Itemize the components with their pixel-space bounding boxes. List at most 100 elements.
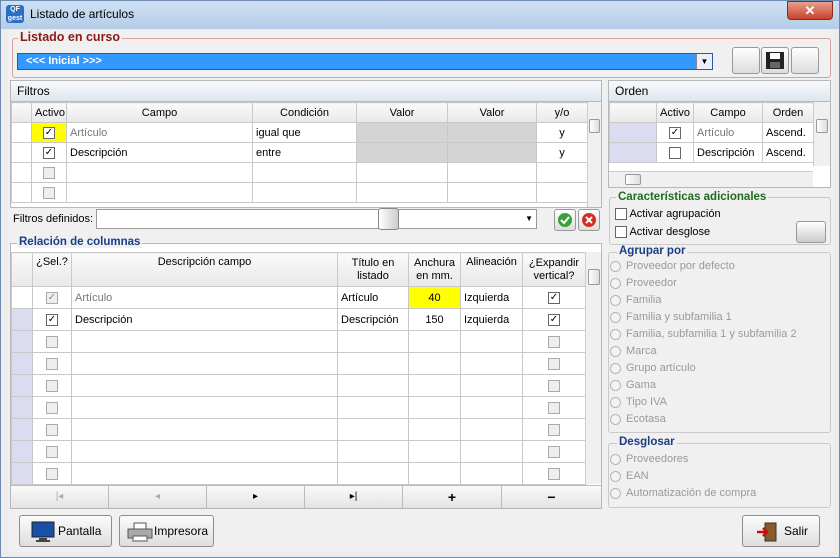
check-icon[interactable]: ✓	[548, 291, 560, 304]
scroll-thumb[interactable]	[589, 119, 600, 133]
table-row[interactable]	[11, 418, 586, 441]
checkbox[interactable]	[46, 357, 58, 370]
anchura-cell[interactable]: 150	[408, 308, 461, 331]
activo-cell[interactable]	[656, 142, 694, 163]
radio-button[interactable]	[610, 260, 621, 272]
add-record-button[interactable]: +	[403, 486, 502, 508]
scroll-thumb[interactable]	[816, 119, 828, 133]
check-icon[interactable]: ✓	[46, 313, 58, 326]
first-record-button[interactable]: |◂	[11, 486, 109, 508]
table-row[interactable]	[11, 440, 586, 463]
valor2-cell[interactable]	[447, 142, 537, 163]
activo-cell[interactable]: ✓	[656, 122, 694, 143]
table-row[interactable]	[11, 462, 586, 485]
pantalla-button[interactable]: Pantalla	[19, 515, 112, 547]
anchura-cell[interactable]	[408, 440, 461, 463]
radio-button[interactable]	[610, 470, 621, 482]
radio-button[interactable]	[610, 345, 621, 357]
scroll-thumb[interactable]	[588, 269, 600, 285]
last-record-button[interactable]: ▸|	[305, 486, 403, 508]
alineacion-cell[interactable]	[460, 396, 523, 419]
expandir-cell[interactable]: ✓	[522, 286, 586, 309]
checkbox[interactable]	[548, 445, 560, 458]
delete-record-button[interactable]: −	[502, 486, 601, 508]
checkbox[interactable]	[615, 226, 627, 239]
radio-option[interactable]: EAN	[610, 470, 756, 487]
radio-option[interactable]: Marca	[610, 345, 797, 362]
valor-cell[interactable]	[356, 162, 448, 183]
apply-filter-button[interactable]	[554, 209, 576, 231]
sel-cell[interactable]	[32, 440, 72, 463]
check-icon[interactable]: ✓	[669, 126, 681, 139]
radio-option[interactable]: Ecotasa	[610, 413, 797, 430]
radio-option[interactable]: Gama	[610, 379, 797, 396]
titulo-cell[interactable]	[337, 418, 409, 441]
alineacion-cell[interactable]	[460, 418, 523, 441]
checkbox[interactable]	[46, 335, 58, 348]
anchura-cell[interactable]	[408, 462, 461, 485]
radio-button[interactable]	[610, 294, 621, 306]
yo-cell[interactable]: y	[536, 142, 588, 163]
checkbox[interactable]	[548, 423, 560, 436]
titulo-cell[interactable]	[337, 330, 409, 353]
caracteristicas-button[interactable]	[796, 221, 826, 243]
table-row[interactable]	[11, 330, 586, 353]
check-icon[interactable]: ✓	[548, 313, 560, 326]
prev-record-button[interactable]: ◂	[109, 486, 207, 508]
table-row[interactable]: ✓ Artículo igual que y	[11, 122, 588, 143]
checkbox[interactable]	[43, 186, 55, 199]
expandir-cell[interactable]	[522, 352, 586, 375]
anchura-cell[interactable]	[408, 352, 461, 375]
table-row[interactable]	[11, 374, 586, 397]
radio-option[interactable]: Grupo artículo	[610, 362, 797, 379]
radio-option[interactable]: Proveedor	[610, 277, 797, 294]
sel-cell[interactable]	[32, 374, 72, 397]
valor-cell[interactable]	[356, 182, 448, 203]
anchura-cell[interactable]	[408, 330, 461, 353]
checkbox[interactable]	[548, 357, 560, 370]
expandir-cell[interactable]	[522, 418, 586, 441]
radio-button[interactable]	[610, 379, 621, 391]
valor2-cell[interactable]	[447, 122, 537, 143]
filtros-scrollbar[interactable]	[587, 102, 601, 207]
titulo-cell[interactable]: Artículo	[337, 286, 409, 309]
checkbox[interactable]	[548, 379, 560, 392]
yo-cell[interactable]	[536, 182, 588, 203]
table-row[interactable]: ✓ Artículo Ascend.	[609, 122, 814, 143]
condicion-cell[interactable]: entre	[252, 142, 357, 163]
alineacion-cell[interactable]	[460, 462, 523, 485]
checkbox[interactable]	[548, 335, 560, 348]
expandir-cell[interactable]	[522, 330, 586, 353]
yo-cell[interactable]: y	[536, 122, 588, 143]
scroll-thumb[interactable]	[625, 174, 641, 185]
checkbox[interactable]	[46, 423, 58, 436]
condicion-cell[interactable]: igual que	[252, 122, 357, 143]
sel-cell[interactable]	[32, 462, 72, 485]
orden-vscrollbar[interactable]	[813, 102, 830, 166]
chevron-down-icon[interactable]: ▼	[525, 214, 533, 223]
table-row[interactable]	[11, 162, 588, 183]
checkbox[interactable]	[46, 467, 58, 480]
radio-button[interactable]	[610, 413, 621, 425]
table-row[interactable]: Descripción Ascend.	[609, 142, 814, 163]
delete-listado-button[interactable]	[791, 47, 819, 74]
radio-button[interactable]	[610, 396, 621, 408]
next-record-button[interactable]: ▸	[207, 486, 305, 508]
sel-cell[interactable]	[32, 352, 72, 375]
radio-option[interactable]: Familia y subfamilia 1	[610, 311, 797, 328]
valor2-cell[interactable]	[447, 182, 537, 203]
anchura-cell[interactable]	[408, 418, 461, 441]
orden-cell[interactable]: Ascend.	[762, 142, 814, 163]
radio-button[interactable]	[610, 487, 621, 499]
check-icon[interactable]: ✓	[43, 146, 55, 159]
radio-option[interactable]: Automatización de compra	[610, 487, 756, 504]
table-row[interactable]	[11, 352, 586, 375]
radio-button[interactable]	[610, 311, 621, 323]
orden-cell[interactable]: Ascend.	[762, 122, 814, 143]
valor2-cell[interactable]	[447, 162, 537, 183]
new-listado-button[interactable]	[732, 47, 760, 74]
radio-button[interactable]	[610, 328, 621, 340]
expandir-cell[interactable]	[522, 396, 586, 419]
checkbox[interactable]	[669, 146, 681, 159]
alineacion-cell[interactable]	[460, 330, 523, 353]
